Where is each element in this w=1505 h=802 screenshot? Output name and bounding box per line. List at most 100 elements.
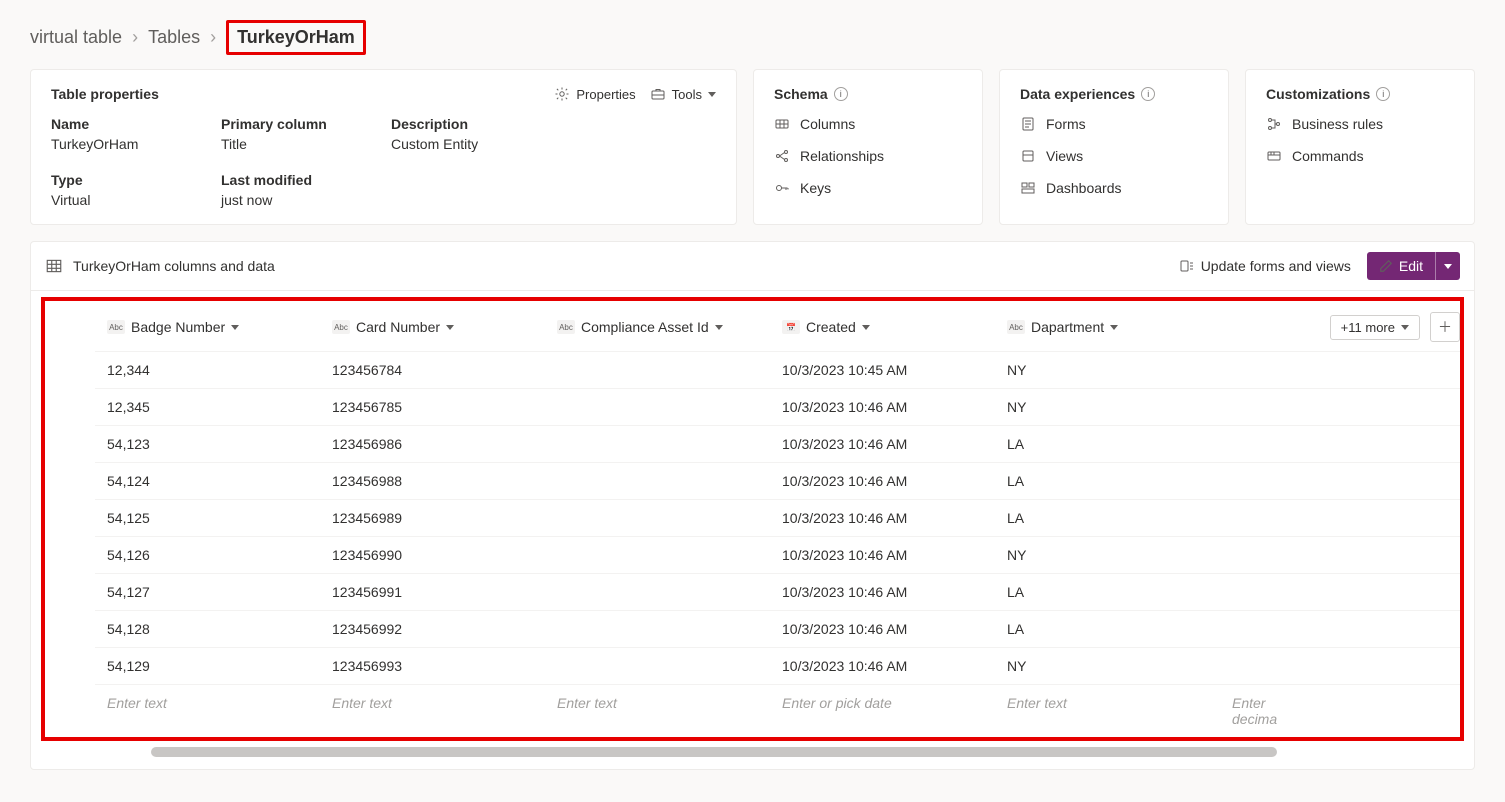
table-row[interactable]: 12,345123456785 10/3/2023 10:46 AMNY	[95, 388, 1460, 425]
cell-dept[interactable]: LA	[995, 574, 1220, 610]
table-row[interactable]: 54,128123456992 10/3/2023 10:46 AMLA	[95, 610, 1460, 647]
tools-button[interactable]: Tools	[650, 86, 716, 102]
cell-created[interactable]: 10/3/2023 10:46 AM	[770, 463, 995, 499]
edit-dropdown-button[interactable]	[1435, 252, 1460, 280]
cell-card[interactable]: 123456991	[320, 574, 545, 610]
table-row[interactable]: 54,124123456988 10/3/2023 10:46 AMLA	[95, 462, 1460, 499]
dataexp-link-dashboards[interactable]: Dashboards	[1020, 180, 1208, 196]
refresh-views-icon	[1179, 258, 1195, 274]
cell-badge[interactable]: 54,123	[95, 426, 320, 462]
info-icon[interactable]: i	[1376, 87, 1390, 101]
cell-card[interactable]: 123456992	[320, 611, 545, 647]
cell-comp[interactable]	[545, 352, 770, 388]
prop-modified-value: just now	[221, 192, 351, 208]
horizontal-scrollbar[interactable]	[151, 747, 1277, 757]
cell-card[interactable]: 123456785	[320, 389, 545, 425]
cell-created[interactable]: 10/3/2023 10:45 AM	[770, 352, 995, 388]
prop-primary-value: Title	[221, 136, 351, 152]
add-column-button[interactable]: ＋	[1430, 312, 1460, 342]
new-row-comp-input[interactable]: Enter text	[545, 685, 770, 737]
views-icon	[1020, 148, 1036, 164]
prop-type-label: Type	[51, 172, 181, 188]
cell-created[interactable]: 10/3/2023 10:46 AM	[770, 426, 995, 462]
cell-dept[interactable]: NY	[995, 352, 1220, 388]
table-row[interactable]: 12,344123456784 10/3/2023 10:45 AMNY	[95, 351, 1460, 388]
column-header-card-number[interactable]: Abc Card Number	[320, 309, 545, 345]
new-row-extra-input[interactable]: Enter decima	[1220, 685, 1310, 737]
cell-dept[interactable]: NY	[995, 537, 1220, 573]
cell-comp[interactable]	[545, 574, 770, 610]
cell-comp[interactable]	[545, 611, 770, 647]
new-row-card-input[interactable]: Enter text	[320, 685, 545, 737]
column-header-compliance-asset-id[interactable]: Abc Compliance Asset Id	[545, 309, 770, 345]
table-row[interactable]: 54,127123456991 10/3/2023 10:46 AMLA	[95, 573, 1460, 610]
cell-comp[interactable]	[545, 463, 770, 499]
custom-link-commands[interactable]: Commands	[1266, 148, 1454, 164]
more-columns-button[interactable]: +11 more	[1330, 315, 1420, 340]
schema-link-relationships[interactable]: Relationships	[774, 148, 962, 164]
cell-dept[interactable]: LA	[995, 500, 1220, 536]
card-data-experiences: Data experiences i Forms Views Dashboard…	[999, 69, 1229, 225]
cell-comp[interactable]	[545, 500, 770, 536]
cell-created[interactable]: 10/3/2023 10:46 AM	[770, 537, 995, 573]
table-row[interactable]: 54,126123456990 10/3/2023 10:46 AMNY	[95, 536, 1460, 573]
cell-badge[interactable]: 54,124	[95, 463, 320, 499]
cell-dept[interactable]: LA	[995, 463, 1220, 499]
cell-dept[interactable]: LA	[995, 426, 1220, 462]
cell-card[interactable]: 123456990	[320, 537, 545, 573]
update-forms-views-button[interactable]: Update forms and views	[1173, 254, 1357, 278]
cell-dept[interactable]: LA	[995, 611, 1220, 647]
table-row[interactable]: 54,125123456989 10/3/2023 10:46 AMLA	[95, 499, 1460, 536]
info-icon[interactable]: i	[1141, 87, 1155, 101]
cell-created[interactable]: 10/3/2023 10:46 AM	[770, 648, 995, 684]
cell-badge[interactable]: 12,344	[95, 352, 320, 388]
cell-badge[interactable]: 54,126	[95, 537, 320, 573]
column-header-created[interactable]: 📅 Created	[770, 309, 995, 345]
cell-dept[interactable]: NY	[995, 648, 1220, 684]
table-row[interactable]: 54,129123456993 10/3/2023 10:46 AMNY	[95, 647, 1460, 684]
chevron-right-icon: ›	[210, 27, 216, 48]
schema-link-keys[interactable]: Keys	[774, 180, 962, 196]
cell-card[interactable]: 123456988	[320, 463, 545, 499]
new-row-badge-input[interactable]: Enter text	[95, 685, 320, 737]
dataexp-link-views[interactable]: Views	[1020, 148, 1208, 164]
new-row-dept-input[interactable]: Enter text	[995, 685, 1220, 737]
cell-created[interactable]: 10/3/2023 10:46 AM	[770, 500, 995, 536]
cell-card[interactable]: 123456784	[320, 352, 545, 388]
properties-button[interactable]: Properties	[554, 86, 635, 102]
cell-card[interactable]: 123456993	[320, 648, 545, 684]
cell-badge[interactable]: 54,125	[95, 500, 320, 536]
table-icon	[45, 257, 63, 275]
info-icon[interactable]: i	[834, 87, 848, 101]
column-dept-label: Dapartment	[1031, 319, 1104, 335]
cell-comp[interactable]	[545, 389, 770, 425]
breadcrumb-level1[interactable]: virtual table	[30, 27, 122, 48]
dataexp-link-forms[interactable]: Forms	[1020, 116, 1208, 132]
cell-badge[interactable]: 54,128	[95, 611, 320, 647]
cell-card[interactable]: 123456989	[320, 500, 545, 536]
schema-link-columns[interactable]: Columns	[774, 116, 962, 132]
cell-created[interactable]: 10/3/2023 10:46 AM	[770, 389, 995, 425]
new-row-created-input[interactable]: Enter or pick date	[770, 685, 995, 737]
cell-badge[interactable]: 54,129	[95, 648, 320, 684]
dataexp-forms-label: Forms	[1046, 116, 1086, 132]
chevron-down-icon	[446, 325, 454, 330]
cell-badge[interactable]: 54,127	[95, 574, 320, 610]
cell-created[interactable]: 10/3/2023 10:46 AM	[770, 574, 995, 610]
new-row[interactable]: Enter text Enter text Enter text Enter o…	[95, 684, 1460, 737]
cell-card[interactable]: 123456986	[320, 426, 545, 462]
column-header-badge-number[interactable]: Abc Badge Number	[95, 309, 320, 345]
cell-comp[interactable]	[545, 537, 770, 573]
edit-button[interactable]: Edit	[1367, 252, 1435, 280]
column-header-dapartment[interactable]: Abc Dapartment	[995, 309, 1220, 345]
custom-link-business-rules[interactable]: Business rules	[1266, 116, 1454, 132]
cell-badge[interactable]: 12,345	[95, 389, 320, 425]
breadcrumb-level2[interactable]: Tables	[148, 27, 200, 48]
cell-comp[interactable]	[545, 648, 770, 684]
table-row[interactable]: 54,123123456986 10/3/2023 10:46 AMLA	[95, 425, 1460, 462]
card-customizations: Customizations i Business rules Commands	[1245, 69, 1475, 225]
cell-dept[interactable]: NY	[995, 389, 1220, 425]
cell-created[interactable]: 10/3/2023 10:46 AM	[770, 611, 995, 647]
cell-comp[interactable]	[545, 426, 770, 462]
text-type-icon: Abc	[107, 320, 125, 334]
